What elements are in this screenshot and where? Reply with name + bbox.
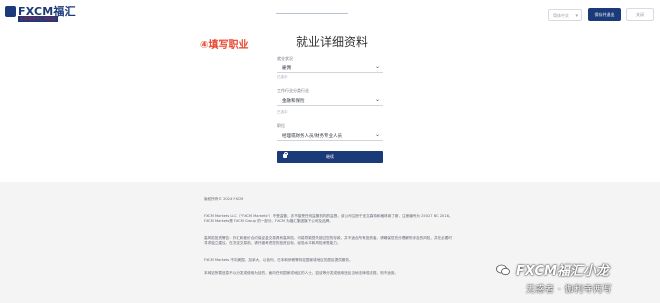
occupation-value: 经理或财务人员/财务专业人员: [282, 134, 343, 139]
footer-risk-warning: 高风险投资警告：外汇和差价合约保证金交易具有高风险，可能导致损失超过您的存款，并…: [204, 236, 452, 245]
continue-label: 继续: [326, 154, 334, 159]
industry-value: 金融和保险: [282, 99, 305, 104]
employment-select[interactable]: 雇佣 ⌄: [277, 62, 383, 73]
chevron-down-icon: ⌄: [374, 131, 380, 138]
occupation-select[interactable]: 经理或财务人员/财务专业人员 ⌄: [277, 130, 383, 141]
chevron-down-icon: ⌄: [374, 96, 380, 103]
industry-label: 工作行业分类行业: [277, 88, 309, 93]
footer-jurisdiction: FXCM Markets 不向美国、加拿大、以色列、日本和伊朗等特定国家或地区的…: [204, 258, 353, 262]
close-button[interactable]: 关闭: [626, 8, 654, 21]
footer-copyright: 版权所有© 2024 FXCM: [204, 197, 244, 201]
brand-tagline: 全球领先外汇经纪商: [18, 16, 58, 22]
progress-indicator: [276, 13, 348, 14]
language-select-value: 简体中文: [553, 13, 569, 18]
close-label: 关闭: [636, 12, 644, 17]
footer-disclaimer-1: FXCM Markets LLC（"FXCM Markets"）不受监管，亦不接…: [204, 214, 453, 223]
footer-legal: 本网站所载信息不以分发或使用为目的，面向任何国家或地区的人士，如该等分发或使用违…: [204, 271, 399, 275]
chevron-down-icon: ⌄: [374, 63, 380, 70]
industry-select[interactable]: 金融和保险 ⌄: [277, 95, 383, 106]
watermark-subtitle: 无惑者 · 伽利寺两写: [526, 285, 613, 295]
employment-value: 雇佣: [282, 66, 291, 71]
step-annotation: ④填写职业: [200, 40, 249, 51]
save-exit-label: 保存并退出: [594, 12, 615, 17]
wechat-icon: [496, 264, 510, 276]
brand-logo-icon: [5, 6, 16, 17]
lock-icon: [283, 152, 288, 158]
save-exit-button[interactable]: 保存并退出: [588, 8, 621, 21]
occupation-label: 职位: [277, 123, 285, 128]
continue-button[interactable]: 继续: [277, 151, 383, 163]
language-select[interactable]: 简体中文 ▾: [548, 9, 582, 21]
employment-hint: 已选中: [277, 75, 288, 79]
watermark-title: FXCM福汇小龙: [516, 264, 609, 279]
industry-hint: 已选中: [277, 110, 288, 114]
chevron-down-icon: ▾: [575, 13, 578, 19]
page-title: 就业详细资料: [295, 35, 368, 49]
